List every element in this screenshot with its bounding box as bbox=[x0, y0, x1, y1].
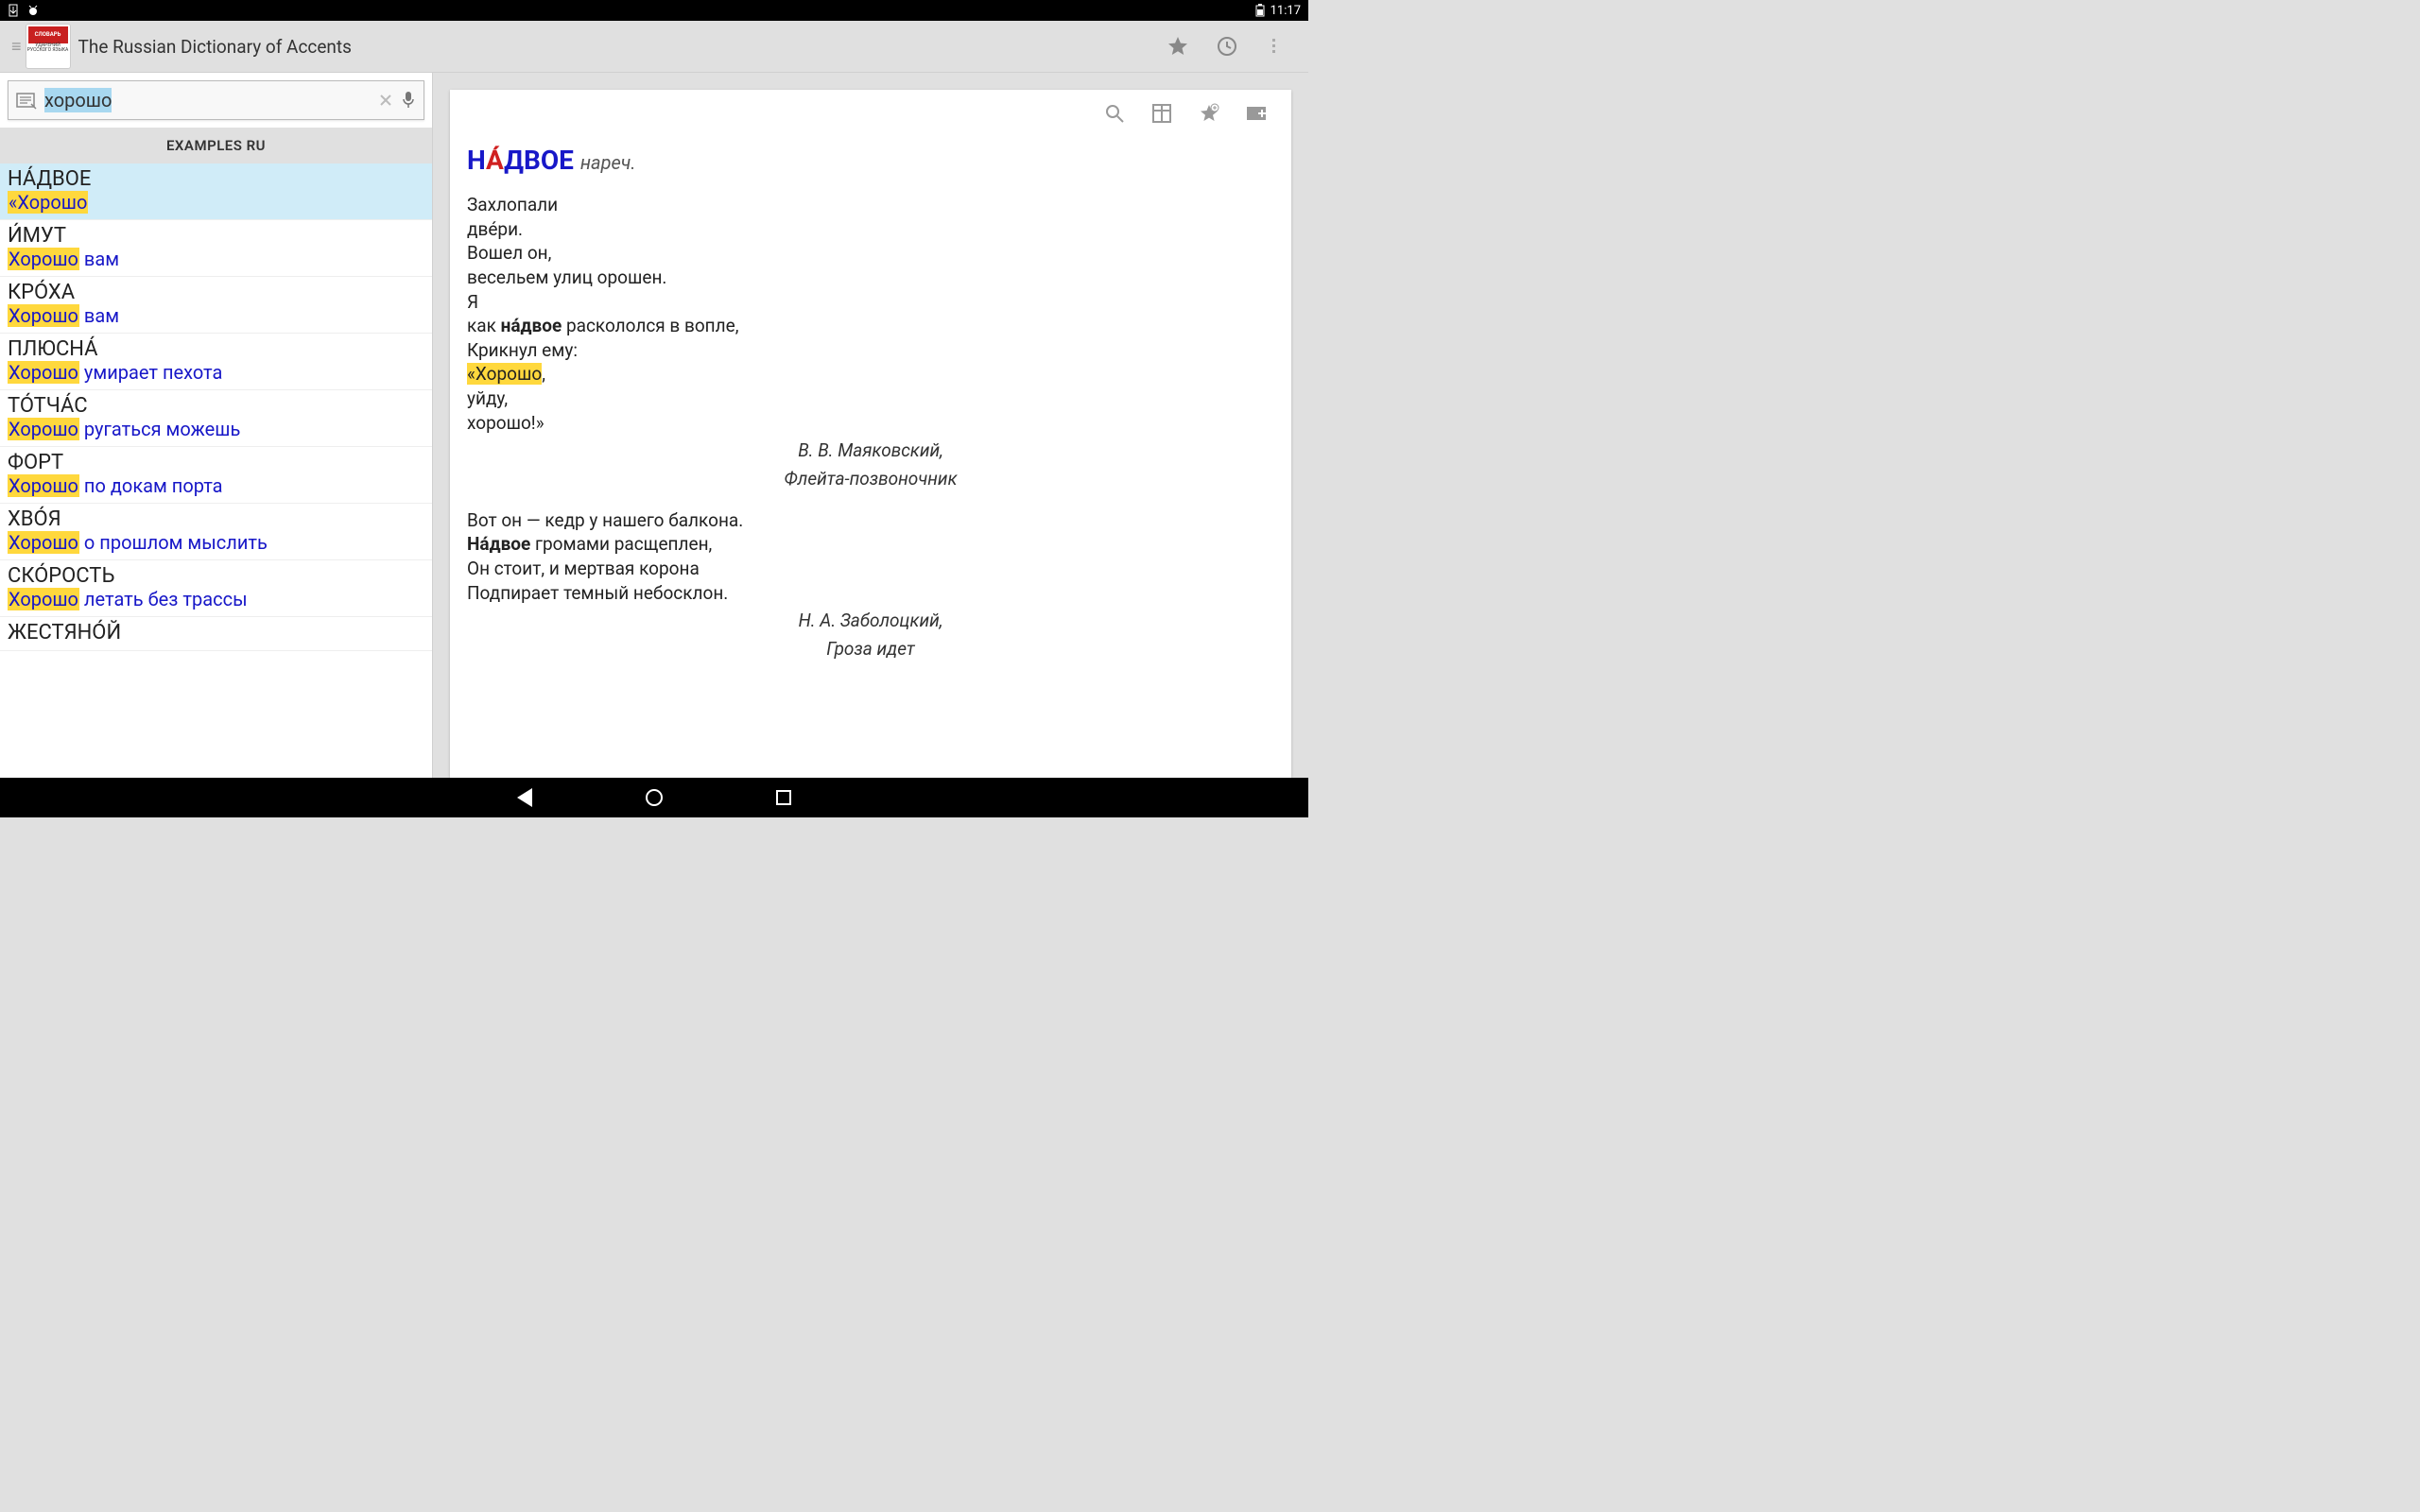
app-logo[interactable]: СЛОВАРЬ УДАРЕНИЙ РУССКОГО ЯЗЫКА bbox=[26, 24, 71, 69]
article-card: НА́ДВОЕ нареч. Захлопалидве́ри.Вошел он,… bbox=[450, 90, 1291, 778]
search-box[interactable]: хорошо bbox=[8, 80, 424, 120]
result-headword: ХВО́Я bbox=[8, 507, 424, 531]
result-headword: И́МУТ bbox=[8, 224, 424, 248]
voice-search-button[interactable] bbox=[401, 91, 416, 110]
result-example: Хорошо летать без трассы bbox=[8, 588, 424, 610]
result-example: Хорошо вам bbox=[8, 304, 424, 327]
result-headword: ПЛЮСНА́ bbox=[8, 337, 424, 361]
citation-work: Гроза идет bbox=[467, 637, 1274, 662]
result-example: Хорошо умирает пехота bbox=[8, 361, 424, 384]
status-time: 11:17 bbox=[1270, 4, 1301, 18]
find-in-article-button[interactable] bbox=[1104, 103, 1125, 124]
history-button[interactable] bbox=[1216, 35, 1238, 58]
overflow-menu-button[interactable] bbox=[1265, 35, 1284, 58]
result-item[interactable]: СКО́РОСТЬХорошо летать без трассы bbox=[0, 560, 432, 617]
result-item[interactable]: КРО́ХАХорошо вам bbox=[0, 277, 432, 334]
add-card-button[interactable] bbox=[1246, 104, 1269, 123]
android-debug-icon bbox=[26, 4, 40, 17]
result-headword: КРО́ХА bbox=[8, 281, 424, 304]
result-example: Хорошо ругаться можешь bbox=[8, 418, 424, 440]
result-example: Хорошо по докам порта bbox=[8, 474, 424, 497]
headword: НА́ДВОЕ нареч. bbox=[467, 145, 1274, 176]
article-panel: НА́ДВОЕ нареч. Захлопалидве́ри.Вошел он,… bbox=[433, 73, 1308, 778]
article-toolbar bbox=[1104, 103, 1269, 124]
back-button[interactable] bbox=[517, 788, 532, 807]
quote-highlight: «Хорошо bbox=[467, 363, 542, 385]
result-item[interactable]: ПЛЮСНА́Хорошо умирает пехота bbox=[0, 334, 432, 390]
result-item[interactable]: ХВО́ЯХорошо о прошлом мыслить bbox=[0, 504, 432, 560]
result-item[interactable]: ЖЕСТЯНО́Й bbox=[0, 617, 432, 651]
results-list[interactable]: НА́ДВОЕ«ХорошоИ́МУТХорошо вамКРО́ХАХорош… bbox=[0, 163, 432, 778]
result-headword: НА́ДВОЕ bbox=[8, 167, 424, 191]
favorites-button[interactable] bbox=[1167, 35, 1189, 58]
part-of-speech: нареч. bbox=[580, 151, 636, 174]
section-header: EXAMPLES RU bbox=[0, 128, 432, 163]
android-nav-bar bbox=[0, 778, 1308, 817]
battery-icon bbox=[1255, 4, 1265, 17]
result-example: Хорошо о прошлом мыслить bbox=[8, 531, 424, 554]
result-example: Хорошо вам bbox=[8, 248, 424, 270]
result-item[interactable]: ФОРТХорошо по докам порта bbox=[0, 447, 432, 504]
result-item[interactable]: ТО́ТЧА́СХорошо ругаться можешь bbox=[0, 390, 432, 447]
result-headword: ТО́ТЧА́С bbox=[8, 394, 424, 418]
android-status-bar: 11:17 bbox=[0, 0, 1308, 21]
result-headword: ЖЕСТЯНО́Й bbox=[8, 621, 424, 644]
recents-button[interactable] bbox=[776, 790, 791, 805]
results-panel: хорошо EXAMPLES RU НА́ДВОЕ«ХорошоИ́МУТХо… bbox=[0, 73, 433, 778]
result-headword: ФОРТ bbox=[8, 451, 424, 474]
result-headword: СКО́РОСТЬ bbox=[8, 564, 424, 588]
citation-work: Флейта-позвоночник bbox=[467, 467, 1274, 491]
app-title: The Russian Dictionary of Accents bbox=[78, 36, 1167, 58]
add-favorite-button[interactable] bbox=[1199, 103, 1219, 124]
citation-author: В. В. Маяковский, bbox=[467, 438, 1274, 463]
download-indicator-icon bbox=[8, 4, 19, 17]
view-mode-button[interactable] bbox=[1151, 103, 1172, 124]
dictionary-select-icon[interactable] bbox=[16, 91, 37, 110]
drawer-hint-icon[interactable]: ≡ bbox=[11, 37, 22, 57]
search-input[interactable]: хорошо bbox=[44, 89, 371, 112]
result-item[interactable]: НА́ДВОЕ«Хорошо bbox=[0, 163, 432, 220]
article-body: Захлопалидве́ри.Вошел он,весельем улиц о… bbox=[467, 193, 1274, 662]
app-header: ≡ СЛОВАРЬ УДАРЕНИЙ РУССКОГО ЯЗЫКА The Ru… bbox=[0, 21, 1308, 73]
result-item[interactable]: И́МУТХорошо вам bbox=[0, 220, 432, 277]
citation-author: Н. А. Заболоцкий, bbox=[467, 609, 1274, 633]
home-button[interactable] bbox=[646, 789, 663, 806]
result-example: «Хорошо bbox=[8, 191, 424, 214]
clear-search-button[interactable] bbox=[378, 93, 393, 108]
